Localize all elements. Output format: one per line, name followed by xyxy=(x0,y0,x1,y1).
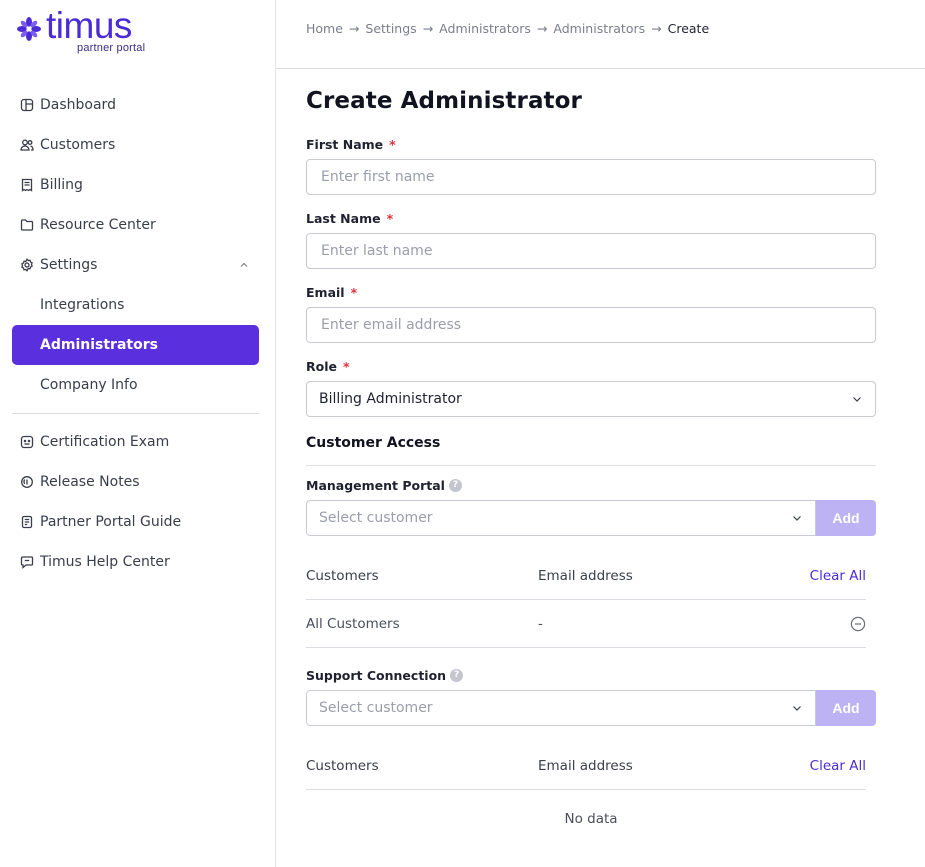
sidebar-item-label: Company Info xyxy=(40,377,138,393)
customer-access-title: Customer Access xyxy=(306,435,441,451)
column-header-customers: Customers xyxy=(306,568,379,584)
book-icon xyxy=(20,515,34,529)
sidebar-item-label: Settings xyxy=(40,257,98,273)
required-mark: * xyxy=(389,137,396,152)
email-input[interactable] xyxy=(306,307,876,343)
sidebar-item-help-center[interactable]: Timus Help Center xyxy=(12,542,259,582)
cell-customer: All Customers xyxy=(306,616,400,632)
sidebar-item-integrations[interactable]: Integrations xyxy=(12,285,259,325)
brand-tagline: partner portal xyxy=(77,42,146,54)
exam-icon xyxy=(20,435,34,449)
chevron-up-icon[interactable] xyxy=(239,260,249,270)
brand-name: timus xyxy=(46,5,132,46)
first-name-input[interactable] xyxy=(306,159,876,195)
sidebar-item-certification-exam[interactable]: Certification Exam xyxy=(12,422,259,462)
sidebar-item-billing[interactable]: Billing xyxy=(12,165,259,205)
dashboard-icon xyxy=(20,98,34,112)
support-connection-label: Support Connection ? xyxy=(306,668,464,683)
select-placeholder: Select customer xyxy=(319,700,433,716)
users-icon xyxy=(20,138,34,152)
cell-email: - xyxy=(538,616,543,632)
sidebar-item-dashboard[interactable]: Dashboard xyxy=(12,85,259,125)
breadcrumb-settings[interactable]: Settings xyxy=(365,21,416,36)
help-icon[interactable]: ? xyxy=(450,669,464,682)
sidebar-item-resource-center[interactable]: Resource Center xyxy=(12,205,259,245)
chevron-down-icon xyxy=(793,516,801,521)
support-connection-table-header: Customers Email address Clear All xyxy=(306,742,866,790)
sidebar-item-label: Dashboard xyxy=(40,97,116,113)
breadcrumb: Home → Settings → Administrators → Admin… xyxy=(306,21,709,36)
notes-icon xyxy=(20,475,34,489)
last-name-label-text: Last Name xyxy=(306,211,381,226)
role-label-text: Role xyxy=(306,359,337,374)
support-connection-label-text: Support Connection xyxy=(306,668,447,683)
gear-icon xyxy=(20,258,34,272)
receipt-icon xyxy=(20,178,34,192)
sidebar-item-label: Customers xyxy=(40,137,116,153)
breadcrumb-separator: → xyxy=(651,21,662,36)
management-portal-label: Management Portal ? xyxy=(306,478,462,493)
sidebar-divider xyxy=(12,413,259,414)
column-header-customers: Customers xyxy=(306,758,379,774)
folder-icon xyxy=(20,218,34,232)
first-name-label: First Name * xyxy=(306,137,396,152)
role-label: Role * xyxy=(306,359,350,374)
support-connection-customer-select[interactable]: Select customer xyxy=(306,690,816,726)
sidebar-item-label: Certification Exam xyxy=(40,434,170,450)
email-label-text: Email xyxy=(306,285,345,300)
sidebar-item-release-notes[interactable]: Release Notes xyxy=(12,462,259,502)
remove-circle-icon[interactable] xyxy=(850,616,866,632)
last-name-input[interactable] xyxy=(306,233,876,269)
management-portal-customer-select[interactable]: Select customer xyxy=(306,500,816,536)
sidebar-item-label: Resource Center xyxy=(40,217,156,233)
table-row: All Customers - xyxy=(306,600,866,648)
top-bar: Home → Settings → Administrators → Admin… xyxy=(276,0,925,69)
chevron-down-icon xyxy=(853,397,861,402)
management-portal-table-header: Customers Email address Clear All xyxy=(306,552,866,600)
breadcrumb-separator: → xyxy=(536,21,548,36)
breadcrumb-separator: → xyxy=(348,21,360,36)
logo-mark-icon xyxy=(17,17,41,41)
sidebar-item-label: Administrators xyxy=(40,337,158,353)
sidebar-item-label: Release Notes xyxy=(40,474,140,490)
chat-icon xyxy=(20,555,34,569)
support-connection-clear-all-link[interactable]: Clear All xyxy=(810,758,866,774)
select-placeholder: Select customer xyxy=(319,510,433,526)
sidebar-item-label: Timus Help Center xyxy=(40,554,170,570)
sidebar-item-administrators[interactable]: Administrators xyxy=(12,325,259,365)
sidebar-item-company-info[interactable]: Company Info xyxy=(12,365,259,405)
email-label: Email * xyxy=(306,285,357,300)
management-portal-label-text: Management Portal xyxy=(306,478,445,493)
breadcrumb-administrators[interactable]: Administrators xyxy=(439,21,531,36)
sidebar: timus partner portal Dashboard Customers… xyxy=(0,0,276,867)
empty-state-text: No data xyxy=(564,811,618,827)
breadcrumb-separator: → xyxy=(422,21,434,36)
required-mark: * xyxy=(342,359,350,374)
section-divider xyxy=(306,465,876,466)
sidebar-item-customers[interactable]: Customers xyxy=(12,125,259,165)
page-title: Create Administrator xyxy=(306,88,583,114)
sidebar-item-settings[interactable]: Settings xyxy=(12,245,259,285)
breadcrumb-current: Create xyxy=(667,21,710,36)
management-portal-clear-all-link[interactable]: Clear All xyxy=(810,568,866,584)
chevron-down-icon xyxy=(793,706,801,711)
role-select[interactable]: Billing Administrator xyxy=(306,381,876,417)
required-mark: * xyxy=(386,211,394,226)
sidebar-item-label: Partner Portal Guide xyxy=(40,514,182,530)
breadcrumb-home[interactable]: Home xyxy=(306,21,343,36)
role-select-value: Billing Administrator xyxy=(319,391,462,407)
sidebar-item-partner-portal-guide[interactable]: Partner Portal Guide xyxy=(12,502,259,542)
column-header-email: Email address xyxy=(538,568,633,584)
brand-logo[interactable]: timus partner portal xyxy=(16,6,166,58)
breadcrumb-administrators[interactable]: Administrators xyxy=(553,21,645,36)
column-header-email: Email address xyxy=(538,758,633,774)
last-name-label: Last Name * xyxy=(306,211,393,226)
help-icon[interactable]: ? xyxy=(448,479,462,492)
support-connection-add-button[interactable]: Add xyxy=(816,690,876,726)
sidebar-item-label: Billing xyxy=(40,177,83,193)
management-portal-add-button[interactable]: Add xyxy=(816,500,876,536)
first-name-label-text: First Name xyxy=(306,137,384,152)
required-mark: * xyxy=(350,285,358,300)
sidebar-item-label: Integrations xyxy=(40,297,125,313)
